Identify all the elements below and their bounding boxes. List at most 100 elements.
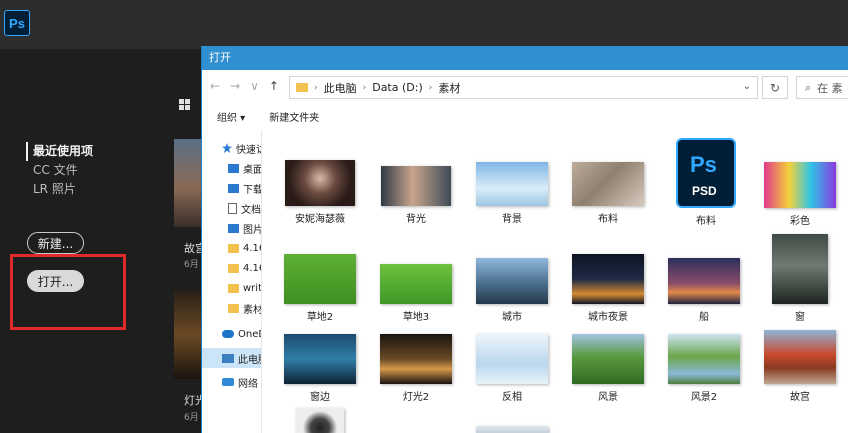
file-label: 彩色 — [790, 216, 810, 227]
recent-thumbnail — [174, 139, 202, 227]
up-arrow-icon[interactable]: ↑ — [269, 79, 279, 93]
sidebar-label: 此电脑 — [238, 354, 261, 366]
sidebar-label: 桌面 — [243, 164, 262, 176]
sidebar-folder-416b[interactable]: 4.16 — [202, 258, 261, 278]
file-label: 布料 — [598, 214, 618, 225]
file-label: 城市 — [502, 312, 522, 323]
file-item[interactable]: 城市 — [470, 258, 554, 323]
folder-icon — [228, 243, 239, 253]
file-label: 安妮海瑟薇 — [295, 214, 345, 225]
file-item[interactable]: 草地3 — [374, 264, 458, 323]
file-item[interactable]: Ps PSD 布料 — [664, 138, 748, 227]
search-placeholder: 在 素 — [817, 81, 843, 95]
breadcrumb-this-pc[interactable]: 此电脑 — [324, 80, 357, 96]
download-icon — [228, 183, 239, 193]
picture-icon — [228, 223, 239, 233]
file-thumbnail — [285, 160, 355, 206]
chevron-right-icon: › — [428, 82, 433, 93]
nav-cc-files[interactable]: CC 文件 — [26, 161, 93, 180]
file-item[interactable] — [278, 408, 362, 433]
file-item[interactable]: 窗 — [758, 234, 842, 323]
forward-arrow-icon[interactable]: → — [230, 79, 240, 93]
sidebar-label: 4.16 — [243, 262, 261, 274]
file-label: 反相 — [502, 392, 522, 403]
new-button[interactable]: 新建... — [27, 232, 84, 254]
file-thumbnail — [668, 334, 740, 384]
file-item[interactable]: 窗边 — [278, 334, 362, 403]
file-item[interactable]: 背光 — [374, 166, 458, 225]
nav-arrows: ← → ∨ ↑ — [210, 79, 279, 93]
computer-icon — [222, 353, 234, 363]
sidebar-this-pc[interactable]: 此电脑 — [202, 348, 261, 368]
file-label: 风景2 — [690, 392, 718, 403]
file-thumbnail — [572, 254, 644, 304]
recent-card-dengguang[interactable] — [174, 291, 202, 379]
new-folder-button[interactable]: 新建文件夹 — [269, 109, 319, 124]
file-thumbnail — [380, 334, 452, 384]
file-label: 灯光2 — [402, 392, 430, 403]
file-thumbnail — [476, 426, 548, 433]
file-item[interactable]: 草地2 — [278, 254, 362, 323]
file-label: 草地2 — [306, 312, 334, 323]
file-thumbnail — [381, 166, 451, 206]
cloud-icon — [222, 330, 234, 338]
sidebar-folder-sucai[interactable]: 素材 — [202, 298, 261, 318]
file-label: 船 — [699, 312, 709, 323]
highlight-box — [10, 254, 126, 330]
file-item[interactable]: 布料 — [566, 162, 650, 225]
sidebar-network[interactable]: 网络 — [202, 372, 261, 392]
sidebar-desktop[interactable]: 桌面📌 — [202, 158, 261, 178]
sidebar-label: 图片 — [243, 224, 262, 236]
photoshop-logo[interactable]: Ps — [4, 10, 30, 36]
address-bar[interactable]: › 此电脑 › Data (D:) › 素材 ⌄ — [289, 76, 758, 99]
file-thumbnail — [764, 330, 836, 384]
file-item[interactable]: 彩色 — [758, 162, 842, 227]
organize-button[interactable]: 组织 ▾ — [217, 109, 245, 124]
recent-date: 6月 — [184, 260, 199, 270]
chevron-down-icon[interactable]: ⌄ — [743, 81, 751, 92]
chevron-right-icon: › — [362, 82, 367, 93]
dialog-toolbar: 组织 ▾ 新建文件夹 — [202, 104, 848, 129]
grid-view-icon[interactable] — [179, 99, 190, 110]
sidebar-quick-access[interactable]: 快速访问 — [202, 138, 261, 158]
file-item[interactable] — [470, 426, 554, 433]
file-item[interactable]: 灯光2 — [374, 334, 458, 403]
file-label: 背光 — [406, 214, 426, 225]
file-item[interactable]: 风景 — [566, 334, 650, 403]
file-label: 窗边 — [310, 392, 330, 403]
file-item[interactable]: 反相 — [470, 334, 554, 403]
sidebar-downloads[interactable]: 下载📌 — [202, 178, 261, 198]
file-label: 布料 — [696, 216, 716, 227]
nav-recent[interactable]: 最近使用项 — [26, 142, 93, 161]
back-arrow-icon[interactable]: ← — [210, 79, 220, 93]
file-thumbnail — [380, 264, 452, 304]
sidebar-onedrive[interactable]: OneDrive — [202, 324, 261, 344]
file-thumbnail — [668, 258, 740, 304]
file-thumbnail — [476, 162, 548, 206]
search-input[interactable]: ⌕ 在 素 — [796, 76, 848, 99]
sidebar-pictures[interactable]: 图片📌 — [202, 218, 261, 238]
recent-dropdown-icon[interactable]: ∨ — [250, 79, 259, 93]
sidebar-folder-writ[interactable]: writ — [202, 278, 261, 298]
file-item[interactable]: 背景 — [470, 162, 554, 225]
sidebar-label: 下载 — [243, 184, 262, 196]
recent-thumbnail — [174, 291, 202, 379]
file-item[interactable]: 安妮海瑟薇 — [278, 160, 362, 225]
breadcrumb-data-drive[interactable]: Data (D:) — [372, 81, 423, 94]
recent-card-gugong[interactable] — [174, 139, 202, 227]
file-item[interactable]: 风景2 — [662, 334, 746, 403]
file-item[interactable]: 城市夜景 — [566, 254, 650, 323]
sidebar-folder-416a[interactable]: 4.16 — [202, 238, 261, 258]
nav-lr-photos[interactable]: LR 照片 — [26, 180, 93, 199]
file-item[interactable]: 故宫 — [758, 330, 842, 403]
refresh-icon[interactable]: ↻ — [762, 76, 788, 99]
file-grid: 安妮海瑟薇 背光 背景 布料 Ps PSD 布料 彩色 草地2 草地3 城市 城… — [264, 130, 848, 433]
sidebar-label: 快速访问 — [236, 144, 261, 156]
file-thumbnail — [572, 162, 644, 206]
document-icon — [228, 202, 237, 214]
file-thumbnail — [296, 408, 344, 433]
sidebar-documents[interactable]: 文档📌 — [202, 198, 261, 218]
breadcrumb-sucai[interactable]: 素材 — [438, 80, 460, 96]
chevron-right-icon: › — [314, 82, 318, 93]
file-item[interactable]: 船 — [662, 258, 746, 323]
